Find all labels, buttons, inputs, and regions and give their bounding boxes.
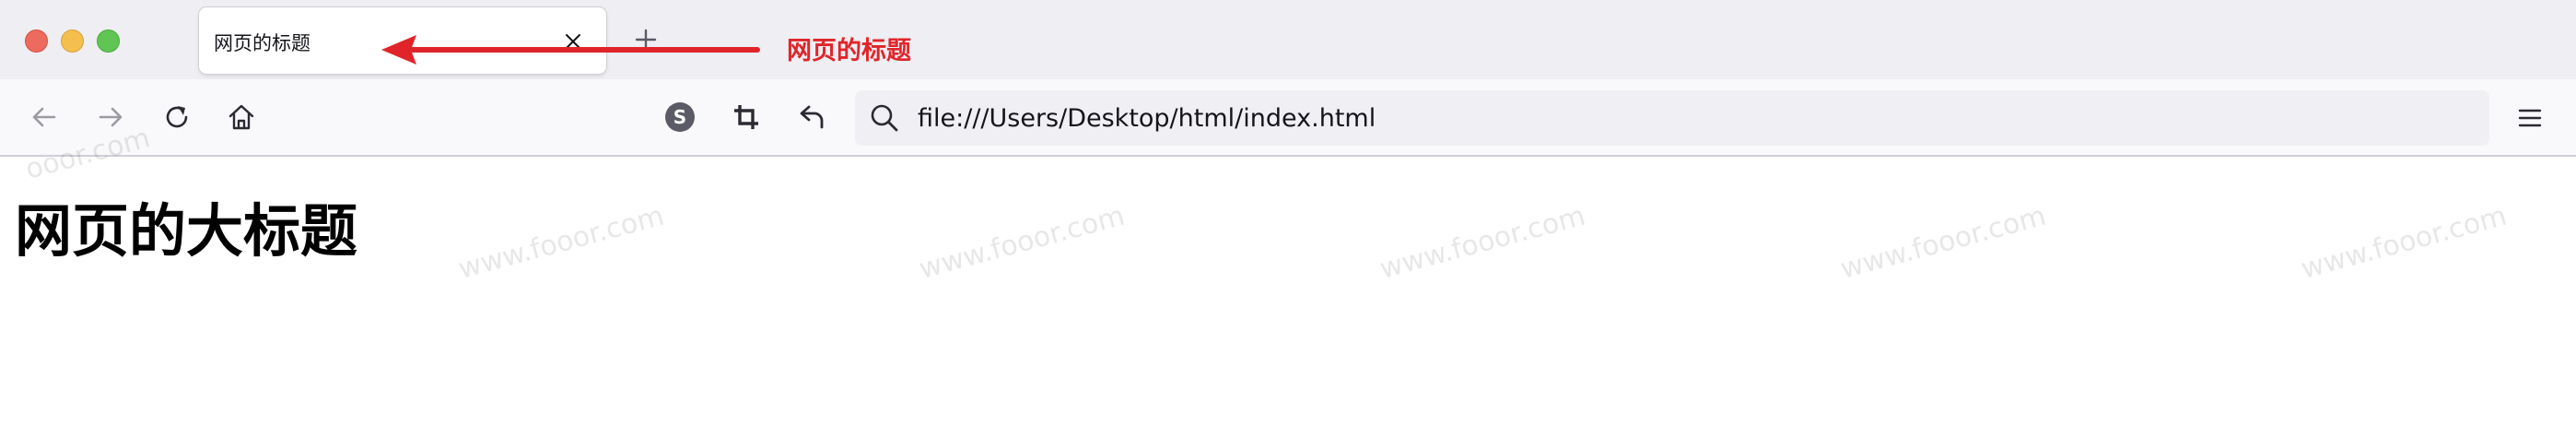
annotation-arrow-icon xyxy=(381,35,760,65)
crop-icon xyxy=(734,105,758,129)
tab-title: 网页的标题 xyxy=(214,32,310,54)
window-maximize-button[interactable] xyxy=(97,30,120,53)
navigation-toolbar: S file:///Users/Desktop/html/index.html xyxy=(0,79,2576,157)
undo-button[interactable] xyxy=(792,97,833,137)
title-bar: 网页的标题 网页的标题 xyxy=(0,0,2576,79)
home-button[interactable] xyxy=(221,97,262,137)
app-menu-button[interactable] xyxy=(2510,98,2550,138)
reload-button[interactable] xyxy=(157,97,197,137)
page-content: 网页的大标题 ooor.com www.fooor.com www.fooor.… xyxy=(0,122,2576,437)
extension-letter: S xyxy=(673,106,687,128)
extension-s-button[interactable]: S xyxy=(660,97,700,137)
watermark: www.fooor.com xyxy=(455,199,668,286)
url-text[interactable]: file:///Users/Desktop/html/index.html xyxy=(918,104,1376,133)
reload-icon xyxy=(166,106,188,128)
crop-button[interactable] xyxy=(726,97,767,137)
page-heading: 网页的大标题 xyxy=(15,197,358,265)
back-button[interactable] xyxy=(24,97,64,137)
annotation-label: 网页的标题 xyxy=(787,37,911,65)
window-minimize-button[interactable] xyxy=(61,30,84,53)
undo-icon xyxy=(800,105,824,129)
window-close-button[interactable] xyxy=(25,30,48,53)
back-arrow-icon xyxy=(32,107,56,127)
search-icon xyxy=(871,104,898,132)
url-bar[interactable]: file:///Users/Desktop/html/index.html xyxy=(855,90,2489,146)
hamburger-menu-icon xyxy=(2518,109,2542,127)
watermark: www.fooor.com xyxy=(2298,199,2511,286)
home-icon xyxy=(228,104,254,130)
watermark: www.fooor.com xyxy=(916,199,1129,286)
watermark: www.fooor.com xyxy=(1837,199,2050,286)
watermark: www.fooor.com xyxy=(1376,199,1589,286)
